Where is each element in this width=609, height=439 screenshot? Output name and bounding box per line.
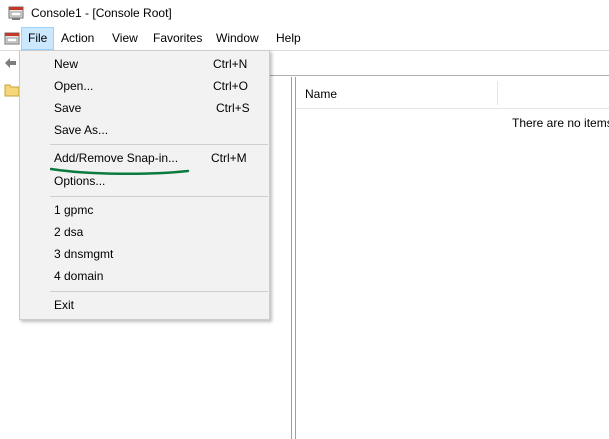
- menu-action[interactable]: Action: [54, 27, 101, 50]
- column-header-name[interactable]: Name: [305, 87, 337, 101]
- system-menu-icon[interactable]: [4, 31, 20, 47]
- window-title: Console1 - [Console Root]: [31, 6, 172, 20]
- empty-list-message: There are no items: [512, 116, 609, 130]
- column-separator[interactable]: [497, 81, 498, 105]
- menu-item-options[interactable]: Options...: [20, 170, 269, 192]
- menu-item-recent-4[interactable]: 4 domain: [20, 265, 269, 287]
- menu-item-recent-2[interactable]: 2 dsa: [20, 221, 269, 243]
- menu-item-recent-1[interactable]: 1 gpmc: [20, 199, 269, 221]
- list-header: Name: [296, 77, 609, 109]
- menu-item-label: 2 dsa: [54, 225, 84, 239]
- folder-icon[interactable]: [4, 83, 20, 97]
- menu-separator: [50, 196, 268, 197]
- menu-separator: [50, 144, 268, 145]
- menu-separator: [50, 291, 268, 292]
- menu-item-open[interactable]: Open... Ctrl+O: [20, 75, 269, 97]
- menu-help[interactable]: Help: [269, 27, 308, 50]
- menu-item-label: 4 domain: [54, 269, 104, 283]
- menu-item-label: Options...: [54, 174, 106, 188]
- menu-view[interactable]: View: [105, 27, 145, 50]
- menu-item-recent-3[interactable]: 3 dnsmgmt: [20, 243, 269, 265]
- menu-item-new[interactable]: New Ctrl+N: [20, 53, 269, 75]
- menu-window[interactable]: Window: [209, 27, 266, 50]
- menu-item-label: Open...: [54, 79, 94, 93]
- back-arrow-icon[interactable]: [4, 56, 18, 70]
- mmc-console-icon: [8, 6, 24, 20]
- menu-bar: File Action View Favorites Window Help: [0, 27, 609, 50]
- menu-item-save[interactable]: Save Ctrl+S: [20, 97, 269, 119]
- menu-item-label: Save As...: [54, 123, 109, 137]
- menu-item-label: Add/Remove Snap-in...: [54, 151, 179, 165]
- menu-file[interactable]: File: [21, 27, 55, 50]
- file-menu-dropdown: New Ctrl+N Open... Ctrl+O Save Ctrl+S Sa…: [19, 50, 270, 320]
- menu-item-shortcut: Ctrl+N: [213, 57, 248, 71]
- menu-item-shortcut: Ctrl+M: [211, 151, 247, 165]
- menu-item-shortcut: Ctrl+O: [213, 79, 249, 93]
- mmc-window: Console1 - [Console Root] File Action Vi…: [0, 0, 609, 439]
- menu-item-exit[interactable]: Exit: [20, 294, 269, 316]
- menu-item-label: Save: [54, 101, 82, 115]
- menu-item-shortcut: Ctrl+S: [216, 101, 250, 115]
- menu-item-label: New: [54, 57, 79, 71]
- menu-item-label: Exit: [54, 298, 75, 312]
- menu-item-label: 1 gpmc: [54, 203, 94, 217]
- menu-item-label: 3 dnsmgmt: [54, 247, 114, 261]
- menu-item-save-as[interactable]: Save As...: [20, 119, 269, 141]
- results-pane[interactable]: Name There are no items: [295, 77, 609, 439]
- menu-favorites[interactable]: Favorites: [146, 27, 209, 50]
- title-bar: Console1 - [Console Root]: [0, 0, 609, 27]
